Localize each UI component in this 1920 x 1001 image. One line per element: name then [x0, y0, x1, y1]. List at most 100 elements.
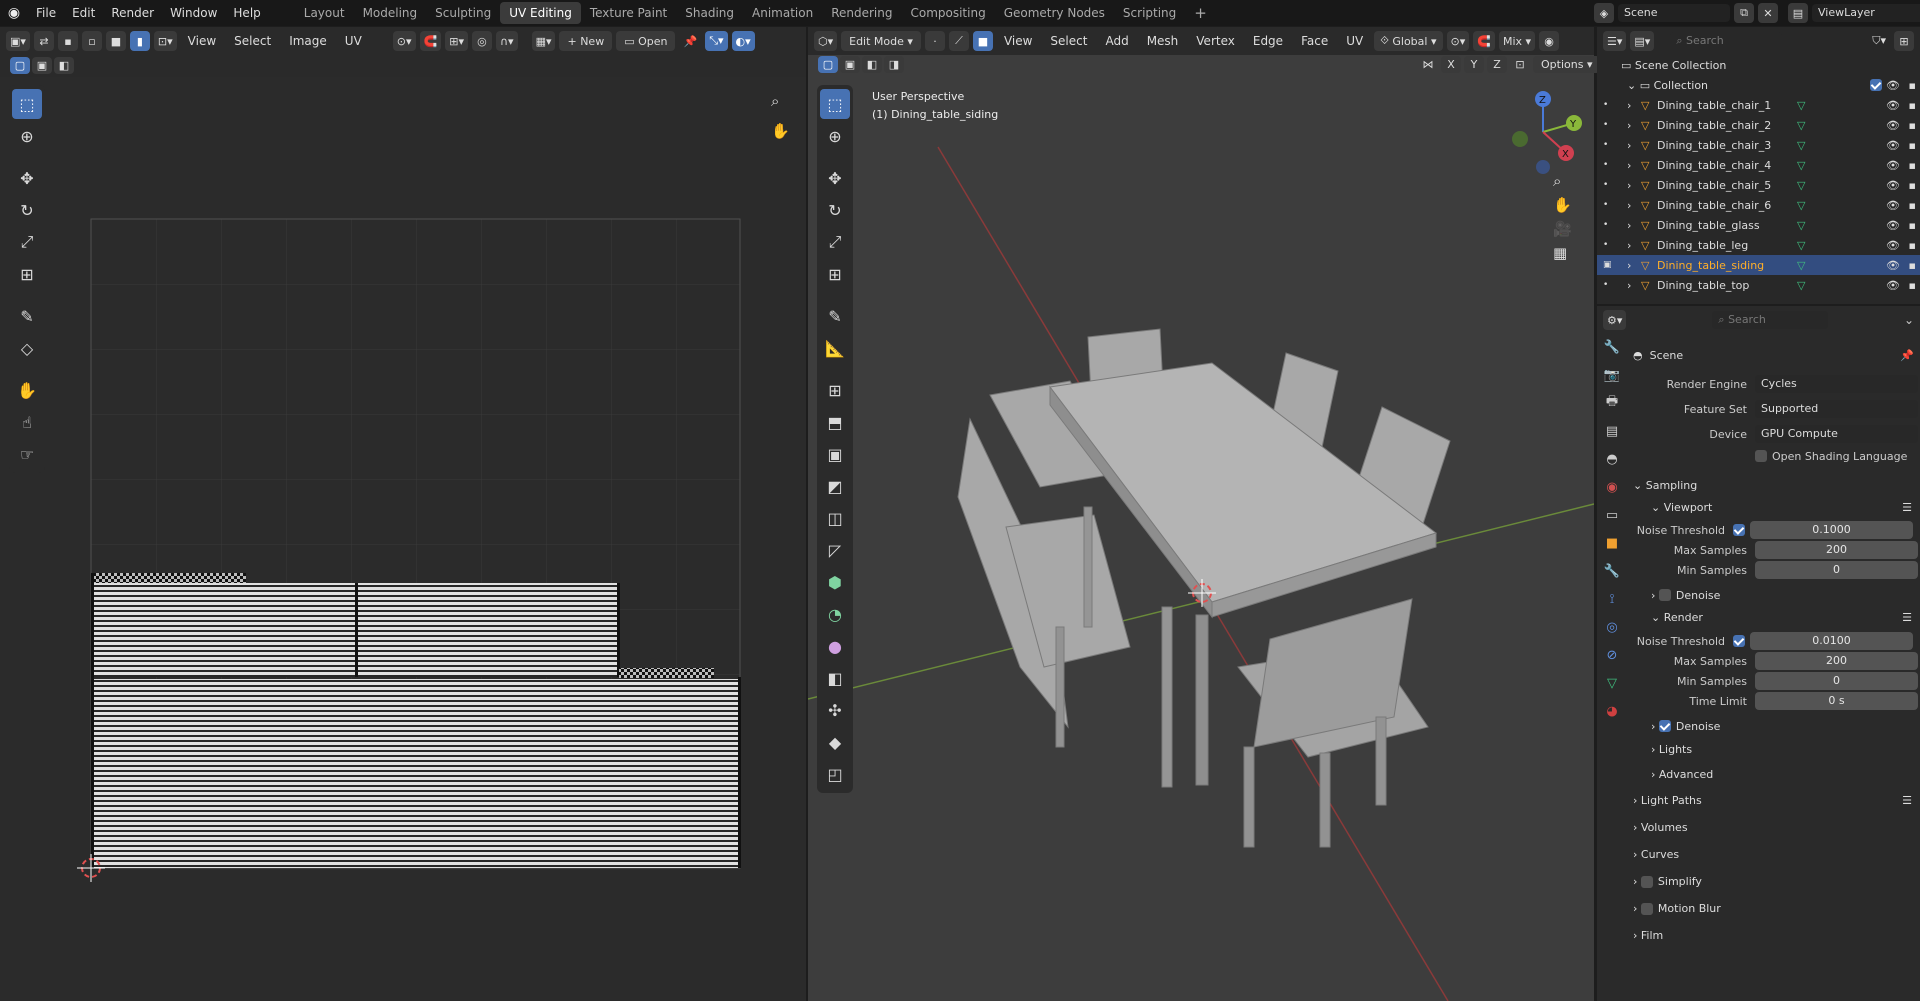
delete-scene-icon[interactable]: ✕ — [1758, 3, 1778, 23]
vp-select-extend-icon[interactable]: ▣ — [840, 56, 860, 73]
dot-icon[interactable]: • — [1603, 200, 1627, 210]
viewport-menu-uv[interactable]: UV — [1339, 34, 1370, 48]
uv-island-strip[interactable] — [619, 668, 714, 678]
vp-select-subtract-icon[interactable]: ◧ — [862, 56, 882, 73]
render-icon[interactable]: ▪ — [1909, 199, 1916, 212]
expand-icon[interactable]: › — [1627, 159, 1641, 172]
simplify-panel[interactable]: › Simplify — [1633, 868, 1920, 895]
inset-icon[interactable]: ▣ — [820, 439, 850, 469]
properties-editor-icon[interactable]: ⚙▾ — [1603, 310, 1627, 330]
r-max-field[interactable]: 200 — [1755, 652, 1918, 670]
render-icon[interactable]: ▪ — [1909, 159, 1916, 172]
render-icon[interactable]: ▪ — [1909, 279, 1916, 292]
lights-panel[interactable]: › Lights — [1633, 737, 1920, 762]
tab-shading[interactable]: Shading — [676, 2, 743, 24]
properties-search[interactable]: ⌕ Search — [1712, 311, 1829, 329]
knife-icon[interactable]: ◸ — [820, 535, 850, 565]
vp-cursor-icon[interactable]: ⊕ — [820, 121, 850, 151]
motion-blur-panel[interactable]: › Motion Blur — [1633, 895, 1920, 922]
properties-options-icon[interactable]: ⌄ — [1904, 313, 1914, 327]
mirror-icon[interactable]: ⋈ — [1418, 56, 1438, 73]
tab-animation[interactable]: Animation — [743, 2, 822, 24]
expand-icon[interactable]: › — [1627, 179, 1641, 192]
mirror-y-button[interactable]: Y — [1464, 56, 1484, 73]
navigation-gizmo[interactable]: Z Y X — [1498, 87, 1588, 177]
visibility-icon[interactable]: 👁 — [1886, 99, 1900, 112]
dining-table-model[interactable] — [957, 328, 1451, 848]
expand-icon[interactable]: › — [1627, 119, 1641, 132]
shrink-fatten-icon[interactable]: ✣ — [820, 695, 850, 725]
render-presets-icon[interactable]: ☰ — [1902, 611, 1920, 624]
motion-blur-checkbox[interactable] — [1640, 902, 1653, 915]
viewport-menu-vertex[interactable]: Vertex — [1189, 34, 1242, 48]
visibility-icon[interactable]: 👁 — [1886, 219, 1900, 232]
osl-checkbox[interactable] — [1755, 450, 1767, 462]
visibility-icon[interactable]: 👁 — [1886, 119, 1900, 132]
scene-collection-row[interactable]: ▭ Scene Collection — [1597, 55, 1920, 75]
viewport-editor-type-icon[interactable]: ⬡▾ — [814, 31, 838, 51]
outliner-search[interactable]: ⌕ Search — [1670, 32, 1783, 50]
mode-dropdown[interactable]: Edit Mode ▾ — [841, 31, 921, 51]
uv-canvas[interactable] — [0, 27, 806, 1001]
gizmo-neg-z-icon[interactable] — [1536, 160, 1550, 174]
dot-icon[interactable]: • — [1603, 160, 1627, 170]
collection-include-checkbox[interactable] — [1870, 79, 1882, 91]
menu-render[interactable]: Render — [103, 0, 162, 26]
render-subpanel-header[interactable]: ⌄ Render ☰ — [1633, 606, 1920, 628]
render-engine-dropdown[interactable]: Cycles — [1755, 375, 1918, 393]
auto-merge-icon[interactable]: ⊡ — [1510, 56, 1530, 73]
physics-tab-icon[interactable]: ◎ — [1601, 616, 1623, 638]
face-mode-icon[interactable]: ■ — [972, 31, 993, 51]
outliner-item[interactable]: • › ▽ Dining_table_leg ▽ 👁 ▪ — [1597, 235, 1920, 255]
tab-uv-editing[interactable]: UV Editing — [500, 2, 581, 24]
outliner-item[interactable]: • › ▽ Dining_table_top ▽ 👁 ▪ — [1597, 275, 1920, 295]
volumes-panel[interactable]: › Volumes — [1633, 814, 1920, 841]
tab-texture-paint[interactable]: Texture Paint — [581, 2, 676, 24]
outliner-item[interactable]: • › ▽ Dining_table_chair_3 ▽ 👁 ▪ — [1597, 135, 1920, 155]
viewport-menu-edge[interactable]: Edge — [1246, 34, 1290, 48]
world-tab-icon[interactable]: ◉ — [1601, 476, 1623, 498]
camera-icon[interactable]: 🎥 — [1553, 220, 1572, 238]
dot-icon[interactable]: • — [1603, 180, 1627, 190]
curves-panel[interactable]: › Curves — [1633, 841, 1920, 868]
proportional-edit-icon[interactable]: ◉ — [1539, 31, 1560, 51]
outliner-item[interactable]: • › ▽ Dining_table_chair_1 ▽ 👁 ▪ — [1597, 95, 1920, 115]
options-dropdown[interactable]: Options ▾ — [1533, 56, 1601, 73]
scene-icon[interactable]: ◈ — [1594, 3, 1614, 23]
bevel-icon[interactable]: ◩ — [820, 471, 850, 501]
vp-min-field[interactable]: 0 — [1755, 561, 1918, 579]
pivot-point-icon[interactable]: ⊙▾ — [1446, 31, 1470, 51]
collapse-icon[interactable]: ⌄ — [1627, 79, 1640, 92]
outliner-editor-icon[interactable]: ☰▾ — [1603, 31, 1627, 51]
extrude-icon[interactable]: ⬒ — [820, 407, 850, 437]
render-icon[interactable]: ▪ — [1909, 119, 1916, 132]
tab-sculpting[interactable]: Sculpting — [426, 2, 500, 24]
tab-geometry-nodes[interactable]: Geometry Nodes — [995, 2, 1114, 24]
r-noise-checkbox[interactable] — [1733, 635, 1745, 647]
outliner-item[interactable]: ▣ › ▽ Dining_table_siding ▽ 👁 ▪ — [1597, 255, 1920, 275]
viewport-scene[interactable] — [808, 27, 1594, 1001]
vp-noise-checkbox[interactable] — [1733, 524, 1745, 536]
render-icon[interactable]: ▪ — [1909, 179, 1916, 192]
viewport-menu-select[interactable]: Select — [1043, 34, 1094, 48]
view-layer-icon[interactable]: ▤ — [1788, 3, 1808, 23]
r-denoise-checkbox[interactable] — [1658, 720, 1671, 732]
expand-icon[interactable]: › — [1627, 99, 1641, 112]
r-noise-field[interactable]: 0.0100 — [1750, 632, 1913, 650]
vp-scale-icon[interactable]: ⤢ — [820, 227, 850, 257]
gizmo-neg-y-icon[interactable] — [1512, 131, 1528, 147]
tab-rendering[interactable]: Rendering — [822, 2, 901, 24]
menu-help[interactable]: Help — [225, 0, 268, 26]
expand-icon[interactable]: › — [1627, 239, 1641, 252]
visibility-icon[interactable]: 👁 — [1886, 259, 1900, 272]
light-paths-panel[interactable]: › Light Paths ☰ — [1633, 787, 1920, 814]
visibility-icon[interactable]: 👁 — [1886, 79, 1900, 92]
expand-icon[interactable]: › — [1627, 279, 1641, 292]
film-panel[interactable]: › Film — [1633, 922, 1920, 949]
outliner-item[interactable]: • › ▽ Dining_table_chair_2 ▽ 👁 ▪ — [1597, 115, 1920, 135]
material-tab-icon[interactable]: ◕ — [1601, 700, 1623, 722]
add-workspace-icon[interactable]: + — [1185, 2, 1216, 24]
loop-cut-icon[interactable]: ◫ — [820, 503, 850, 533]
mirror-x-button[interactable]: X — [1441, 56, 1461, 73]
expand-icon[interactable]: › — [1627, 199, 1641, 212]
